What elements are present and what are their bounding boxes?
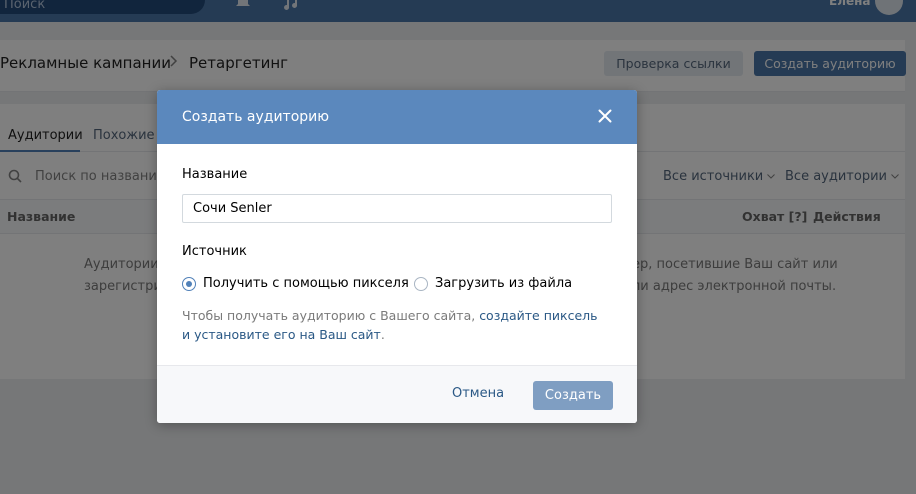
source-label: Источник: [182, 244, 247, 259]
radio-pixel-label[interactable]: Получить с помощью пикселя: [203, 276, 409, 292]
pixel-hint: Чтобы получать аудиторию с Вашего сайта,…: [182, 306, 602, 344]
create-button[interactable]: Создать: [533, 381, 613, 410]
radio-file[interactable]: Загрузить из файла: [414, 276, 594, 292]
modal-header: Создать аудиторию: [157, 90, 637, 144]
hint-text: Чтобы получать аудиторию с Вашего сайта,: [182, 308, 480, 323]
hint-end: .: [380, 327, 385, 342]
create-audience-modal: Создать аудиторию Название Сочи Senler И…: [157, 90, 637, 423]
modal-title: Создать аудиторию: [182, 109, 330, 125]
modal-footer: Отмена Создать: [157, 365, 637, 423]
cancel-button[interactable]: Отмена: [452, 386, 504, 402]
radio-pixel-dot[interactable]: [182, 277, 196, 291]
radio-file-label[interactable]: Загрузить из файла: [435, 276, 572, 292]
close-icon[interactable]: [598, 109, 612, 123]
radio-pixel[interactable]: Получить с помощью пикселя: [182, 276, 409, 292]
radio-file-dot[interactable]: [414, 277, 428, 291]
audience-name-input[interactable]: Сочи Senler: [182, 194, 612, 223]
name-label: Название: [182, 167, 248, 182]
